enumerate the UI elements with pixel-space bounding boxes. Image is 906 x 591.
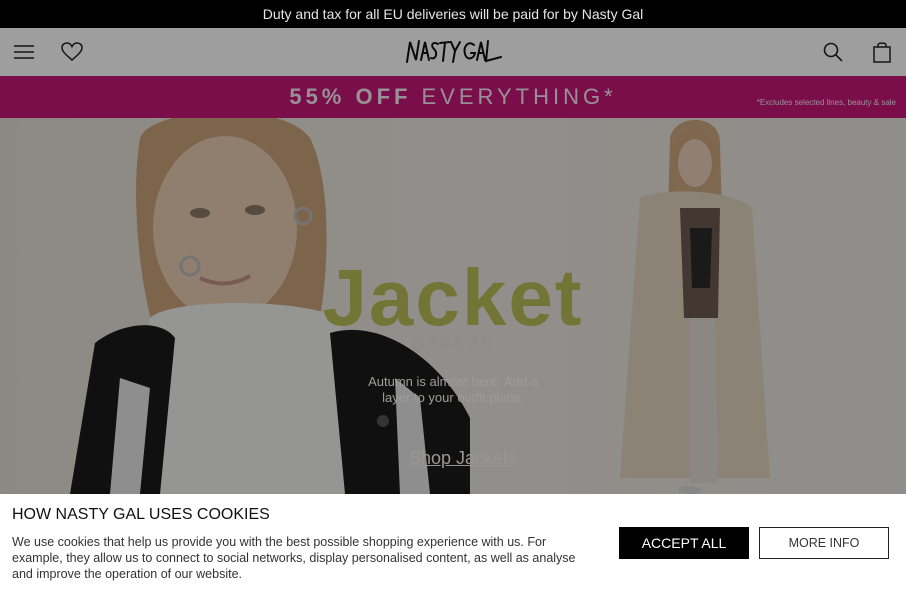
cookie-banner: HOW NASTY GAL USES COOKIES We use cookie…: [0, 494, 906, 591]
accept-all-button[interactable]: ACCEPT ALL: [619, 527, 749, 559]
promo-strip: Duty and tax for all EU deliveries will …: [0, 0, 906, 28]
cookie-title: HOW NASTY GAL USES COOKIES: [12, 506, 270, 523]
cookie-text: We use cookies that help us provide you …: [12, 535, 576, 581]
more-info-button[interactable]: MORE INFO: [759, 527, 889, 559]
modal-dim-overlay[interactable]: [0, 28, 906, 494]
promo-text: Duty and tax for all EU deliveries will …: [262, 6, 644, 22]
